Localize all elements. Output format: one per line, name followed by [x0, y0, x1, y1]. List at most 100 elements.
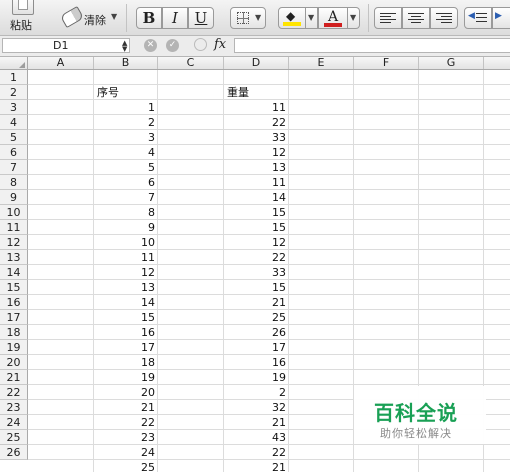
column-header-c[interactable]: C: [158, 57, 224, 69]
cell-d-value[interactable]: 12: [224, 235, 289, 250]
cell-d-value[interactable]: 15: [224, 280, 289, 295]
cell-b-value[interactable]: 18: [94, 355, 158, 370]
column-header-g[interactable]: G: [419, 57, 484, 69]
cell-d-value[interactable]: 43: [224, 430, 289, 445]
row-header[interactable]: 22: [0, 385, 28, 400]
cell-d-value[interactable]: 33: [224, 265, 289, 280]
cell-d-value[interactable]: 22: [224, 115, 289, 130]
cell-d-value[interactable]: 33: [224, 130, 289, 145]
row-header[interactable]: 26: [0, 445, 28, 460]
column-header-d[interactable]: D: [224, 57, 289, 69]
align-center-button[interactable]: [402, 7, 430, 29]
cancel-icon[interactable]: ✕: [144, 39, 157, 52]
cell-b-value[interactable]: 4: [94, 145, 158, 160]
eraser-icon[interactable]: [59, 5, 85, 29]
increase-indent-button[interactable]: ▶: [492, 7, 510, 29]
select-all-corner[interactable]: [0, 57, 28, 69]
row-header[interactable]: 21: [0, 370, 28, 385]
align-left-button[interactable]: [374, 7, 402, 29]
cell-d-value[interactable]: 12: [224, 145, 289, 160]
row-header[interactable]: 12: [0, 235, 28, 250]
cell-d-value[interactable]: 15: [224, 205, 289, 220]
column-header-f[interactable]: F: [354, 57, 419, 69]
row-header[interactable]: 19: [0, 340, 28, 355]
row-header[interactable]: 8: [0, 175, 28, 190]
cell-b-value[interactable]: 22: [94, 415, 158, 430]
cell-b-value[interactable]: 21: [94, 400, 158, 415]
font-color-dropdown[interactable]: ▼: [348, 7, 360, 29]
cell-b-value[interactable]: 7: [94, 190, 158, 205]
row-header[interactable]: 6: [0, 145, 28, 160]
cell-b-value[interactable]: 2: [94, 115, 158, 130]
cell-d-value[interactable]: 13: [224, 160, 289, 175]
fill-color-dropdown[interactable]: ▼: [306, 7, 318, 29]
cell-b-value[interactable]: 3: [94, 130, 158, 145]
row-header[interactable]: 17: [0, 310, 28, 325]
row-header[interactable]: 9: [0, 190, 28, 205]
row-header[interactable]: 5: [0, 130, 28, 145]
italic-button[interactable]: I: [162, 7, 188, 29]
cell-b-value[interactable]: 8: [94, 205, 158, 220]
fill-color-button[interactable]: ◆: [278, 7, 306, 29]
name-box-stepper-icon[interactable]: ▲ ▼: [122, 40, 127, 53]
confirm-icon[interactable]: ✓: [166, 39, 179, 52]
cell-b-value[interactable]: 15: [94, 310, 158, 325]
row-header[interactable]: 24: [0, 415, 28, 430]
cell-d-value[interactable]: 15: [224, 220, 289, 235]
cell-b-value[interactable]: 14: [94, 295, 158, 310]
cell-d-value[interactable]: 14: [224, 190, 289, 205]
row-header[interactable]: 7: [0, 160, 28, 175]
cell-b-value[interactable]: 12: [94, 265, 158, 280]
formula-input[interactable]: [234, 38, 510, 53]
cell-d-value[interactable]: 11: [224, 175, 289, 190]
paste-button-label[interactable]: 粘贴: [10, 17, 32, 33]
cell-d-value[interactable]: 22: [224, 445, 289, 460]
cell-d-value[interactable]: 11: [224, 100, 289, 115]
row-header[interactable]: 20: [0, 355, 28, 370]
insert-function-icon[interactable]: fx: [214, 37, 226, 52]
row-header[interactable]: 16: [0, 295, 28, 310]
row-header[interactable]: 15: [0, 280, 28, 295]
cell-b-value[interactable]: 17: [94, 340, 158, 355]
row-header[interactable]: 14: [0, 265, 28, 280]
cell-b-value[interactable]: 23: [94, 430, 158, 445]
cell-b-value[interactable]: 16: [94, 325, 158, 340]
cell-d-value[interactable]: 19: [224, 370, 289, 385]
row-header[interactable]: 1: [0, 70, 28, 85]
row-header[interactable]: 18: [0, 325, 28, 340]
cell-d2-header[interactable]: 重量: [224, 85, 292, 100]
clear-button-label[interactable]: 清除: [84, 12, 106, 28]
clipboard-icon[interactable]: [12, 0, 34, 15]
cell-b-value[interactable]: 20: [94, 385, 158, 400]
cell-d-value[interactable]: 22: [224, 250, 289, 265]
font-color-button[interactable]: A: [318, 7, 348, 29]
bold-button[interactable]: B: [136, 7, 162, 29]
cell-b-value[interactable]: 19: [94, 370, 158, 385]
cell-b2-header[interactable]: 序号: [94, 85, 161, 100]
formula-builder-icon[interactable]: [194, 38, 207, 51]
column-header-e[interactable]: E: [289, 57, 354, 69]
column-header-a[interactable]: A: [28, 57, 94, 69]
cell-b-value[interactable]: 11: [94, 250, 158, 265]
cell-b-value[interactable]: 13: [94, 280, 158, 295]
name-box[interactable]: D1 ▲ ▼: [2, 38, 130, 53]
row-header[interactable]: 3: [0, 100, 28, 115]
row-header[interactable]: 25: [0, 430, 28, 445]
borders-button[interactable]: ▼: [230, 7, 266, 29]
row-header[interactable]: 10: [0, 205, 28, 220]
row-header[interactable]: 2: [0, 85, 28, 100]
row-header[interactable]: 23: [0, 400, 28, 415]
cell-d-value[interactable]: 21: [224, 415, 289, 430]
cell-b-value[interactable]: 10: [94, 235, 158, 250]
cell-d-value[interactable]: 25: [224, 310, 289, 325]
row-header[interactable]: 11: [0, 220, 28, 235]
row-header[interactable]: 4: [0, 115, 28, 130]
row-header[interactable]: 13: [0, 250, 28, 265]
cell-b-value[interactable]: 6: [94, 175, 158, 190]
cell-b-value[interactable]: 9: [94, 220, 158, 235]
cell-d-value[interactable]: 2: [224, 385, 289, 400]
cell-d-value[interactable]: 21: [224, 460, 289, 475]
column-header-h[interactable]: [484, 57, 510, 69]
cell-d-value[interactable]: 16: [224, 355, 289, 370]
cell-b-value[interactable]: 25: [94, 460, 158, 475]
